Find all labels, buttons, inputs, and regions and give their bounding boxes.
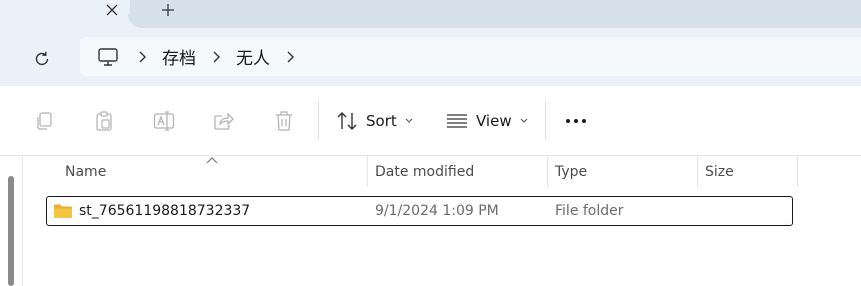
column-header-type-label: Type <box>555 163 588 180</box>
rename-button[interactable] <box>152 109 176 133</box>
delete-button[interactable] <box>272 109 296 133</box>
tab-curve <box>128 14 142 28</box>
breadcrumb-item-label: 存档 <box>162 49 196 69</box>
column-header-type[interactable]: Type <box>547 156 697 187</box>
copy-button[interactable] <box>32 109 56 133</box>
chevron-right-icon <box>213 51 220 62</box>
command-bar: Sort View <box>0 86 861 156</box>
column-header-size[interactable]: Size <box>697 156 797 187</box>
computer-icon <box>98 47 118 66</box>
delete-icon <box>276 111 292 131</box>
breadcrumb-item[interactable]: 无人 <box>230 37 276 76</box>
breadcrumb-this-pc[interactable] <box>88 37 128 76</box>
navigation-pane <box>0 156 23 286</box>
column-header-name[interactable]: Name <box>57 156 367 187</box>
column-header-date-modified[interactable]: Date modified <box>367 156 547 187</box>
view-icon <box>447 114 467 128</box>
column-header-date-label: Date modified <box>375 163 475 180</box>
chevron-right-icon <box>139 51 146 62</box>
share-button[interactable] <box>212 109 236 133</box>
paste-button[interactable] <box>92 109 116 133</box>
toolbar-divider <box>545 102 546 140</box>
chevron-down-icon <box>520 118 528 124</box>
share-icon <box>214 112 234 130</box>
more-options-button[interactable] <box>564 109 588 133</box>
toolbar-divider <box>318 102 319 140</box>
copy-icon <box>37 112 52 130</box>
tab-strip <box>0 0 861 28</box>
view-label: View <box>476 112 512 130</box>
plus-icon <box>162 4 174 16</box>
sort-icon <box>337 112 357 130</box>
new-tab-button[interactable] <box>156 0 180 20</box>
folder-icon <box>53 203 73 219</box>
refresh-button[interactable] <box>26 45 58 73</box>
paste-icon <box>96 111 112 131</box>
more-icon <box>566 119 586 123</box>
file-type-cell: File folder <box>555 203 624 219</box>
breadcrumb[interactable]: 存档 无人 <box>80 37 861 76</box>
sort-button[interactable]: Sort <box>336 108 413 134</box>
file-row[interactable]: st_76561198818732337 9/1/2024 1:09 PM Fi… <box>46 196 793 226</box>
chevron-down-icon <box>405 118 413 124</box>
close-icon <box>106 4 118 16</box>
breadcrumb-separator[interactable] <box>128 37 156 76</box>
breadcrumb-item[interactable]: 存档 <box>156 37 202 76</box>
breadcrumb-item-label: 无人 <box>236 49 270 69</box>
column-header-size-label: Size <box>705 163 734 180</box>
column-divider[interactable] <box>797 156 798 187</box>
chevron-right-icon <box>287 51 294 62</box>
file-name: st_76561198818732337 <box>79 203 251 219</box>
breadcrumb-separator[interactable] <box>276 37 304 76</box>
close-tab-button[interactable] <box>100 0 124 20</box>
rename-icon <box>153 111 175 131</box>
breadcrumb-separator[interactable] <box>202 37 230 76</box>
refresh-icon <box>35 51 49 66</box>
address-row: 存档 无人 <box>0 28 861 86</box>
file-date-cell: 9/1/2024 1:09 PM <box>375 203 499 219</box>
file-explorer-window: 存档 无人 Sort View Name Date modified Type … <box>0 0 861 286</box>
column-header-name-label: Name <box>65 163 107 180</box>
nav-scrollbar-thumb[interactable] <box>8 176 14 286</box>
sort-label: Sort <box>366 112 397 130</box>
file-name-cell: st_76561198818732337 <box>53 197 250 225</box>
view-button[interactable]: View <box>446 108 528 134</box>
file-list-pane: Name Date modified Type Size st_76561198… <box>0 156 861 286</box>
